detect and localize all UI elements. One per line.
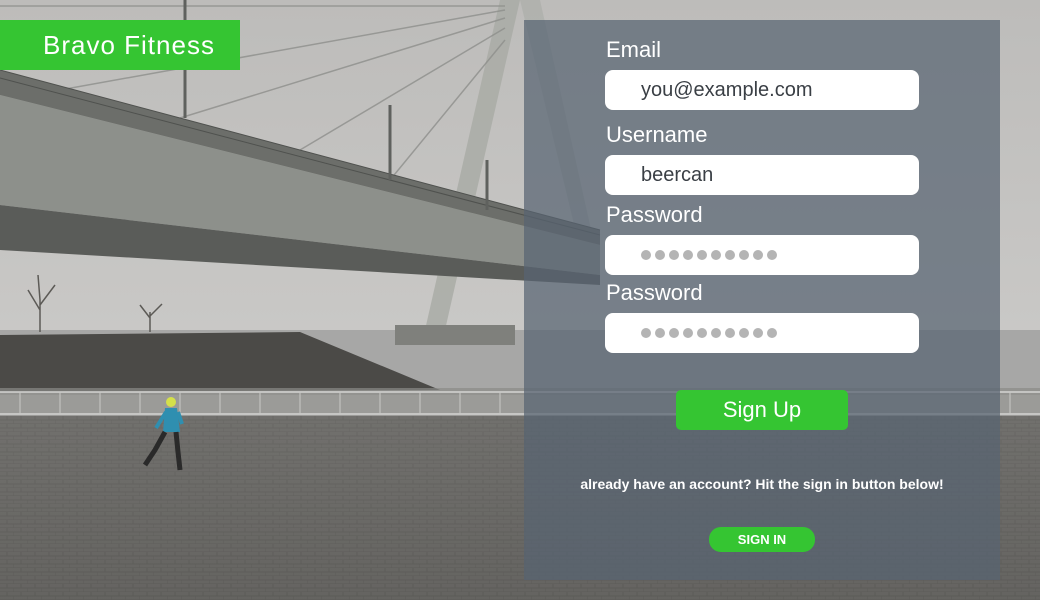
password-mask-dot bbox=[753, 250, 763, 260]
confirm-password-field[interactable] bbox=[605, 313, 919, 353]
password-mask-dot bbox=[711, 328, 721, 338]
password-masked-value bbox=[641, 250, 777, 260]
confirm-password-masked-value bbox=[641, 328, 777, 338]
password-mask-dot bbox=[725, 328, 735, 338]
password-mask-dot bbox=[669, 328, 679, 338]
password-mask-dot bbox=[641, 328, 651, 338]
email-value: you@example.com bbox=[641, 79, 813, 101]
password-mask-dot bbox=[669, 250, 679, 260]
sign-up-button[interactable]: Sign Up bbox=[676, 390, 848, 430]
password-field[interactable] bbox=[605, 235, 919, 275]
password-mask-dot bbox=[753, 328, 763, 338]
signin-prompt: already have an account? Hit the sign in… bbox=[580, 476, 944, 492]
username-field[interactable]: beercan bbox=[605, 155, 919, 195]
signup-page: Bravo Fitness Email you@example.com User… bbox=[0, 0, 1040, 600]
brand-logo: Bravo Fitness bbox=[0, 20, 240, 70]
password-mask-dot bbox=[739, 328, 749, 338]
email-label: Email bbox=[606, 37, 662, 62]
sign-in-button[interactable]: SIGN IN bbox=[709, 527, 815, 552]
password-mask-dot bbox=[655, 328, 665, 338]
password-mask-dot bbox=[739, 250, 749, 260]
password-mask-dot bbox=[711, 250, 721, 260]
password-label: Password bbox=[606, 202, 703, 227]
username-value: beercan bbox=[641, 164, 714, 186]
password-mask-dot bbox=[697, 328, 707, 338]
email-field[interactable]: you@example.com bbox=[605, 70, 919, 110]
username-label: Username bbox=[606, 122, 708, 147]
password-mask-dot bbox=[641, 250, 651, 260]
password-mask-dot bbox=[655, 250, 665, 260]
password-mask-dot bbox=[767, 250, 777, 260]
password-mask-dot bbox=[725, 250, 735, 260]
confirm-password-label: Password bbox=[606, 280, 703, 305]
signup-form-panel: Email you@example.com Username beercan P… bbox=[524, 20, 1000, 580]
password-mask-dot bbox=[697, 250, 707, 260]
password-mask-dot bbox=[683, 250, 693, 260]
password-mask-dot bbox=[683, 328, 693, 338]
password-mask-dot bbox=[767, 328, 777, 338]
brand-name: Bravo Fitness bbox=[43, 30, 215, 60]
